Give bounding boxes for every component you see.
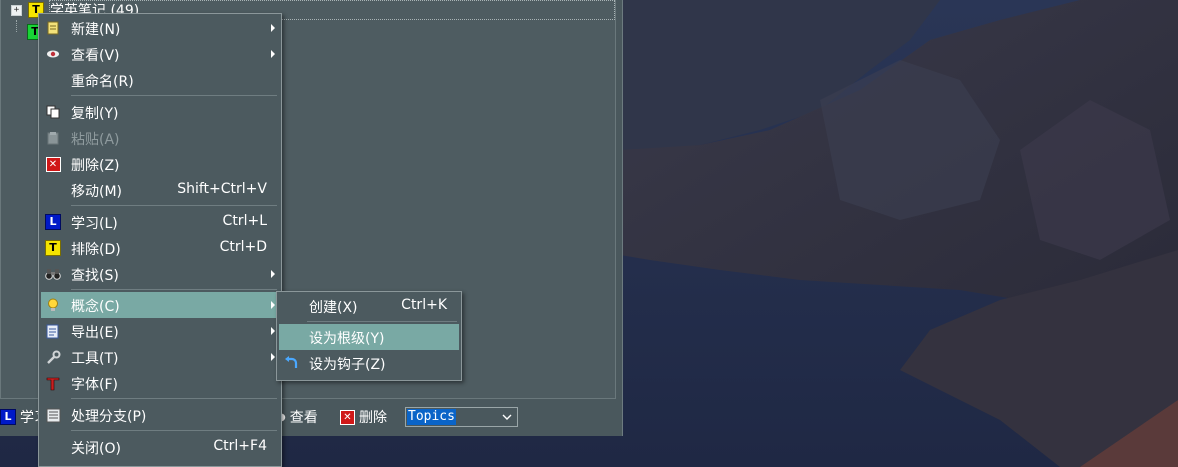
delete-button-label: 删除 [359,410,387,426]
menu-item-shortcut: Ctrl+K [401,297,447,313]
submenu-arrow-icon [271,50,275,58]
menu-item-label: 查找(S) [71,268,119,284]
menu-item-rename[interactable]: 重命名(R) [41,67,279,93]
exclude-badge-icon: T [45,240,61,256]
menu-item-exclude[interactable]: T 排除(D) Ctrl+D [41,235,279,261]
topics-select[interactable]: Topics [405,407,518,427]
paste-icon [45,130,61,146]
menu-item-close[interactable]: 关闭(O) Ctrl+F4 [41,434,279,460]
menu-item-delete[interactable]: ✕ 删除(Z) [41,151,279,177]
hook-arrow-icon [283,355,299,371]
wrench-icon [45,349,61,365]
menu-item-learn[interactable]: L 学习(L) Ctrl+L [41,209,279,235]
menu-item-label: 查看(V) [71,48,120,64]
menu-item-new[interactable]: 新建(N) [41,15,279,41]
view-button[interactable]: ● 查看 [277,407,318,427]
menu-item-label: 关闭(O) [71,441,121,457]
view-button-label: 查看 [289,410,318,426]
menu-item-label: 处理分支(P) [71,409,147,425]
menu-item-paste: 粘贴(A) [41,125,279,151]
tree-connector [16,20,17,32]
export-icon [45,323,61,339]
delete-icon: ✕ [340,409,355,425]
eye-icon [45,46,61,62]
menu-item-label: 设为钩子(Z) [309,357,386,373]
menu-item-label: 复制(Y) [71,106,119,122]
menu-separator [71,430,277,431]
process-branch-icon [45,407,61,423]
menu-separator [71,95,277,96]
menu-item-label: 删除(Z) [71,158,120,174]
submenu-arrow-icon [271,327,275,335]
expand-toggle-icon[interactable]: + [11,4,22,16]
submenu-item-create[interactable]: 创建(X) Ctrl+K [279,293,459,319]
context-menu: 新建(N) 查看(V) 重命名(R) 复制(Y) 粘贴(A) ✕ 删除(Z) 移… [38,13,282,467]
menu-item-tools[interactable]: 工具(T) [41,344,279,370]
binoculars-icon [45,266,61,282]
menu-item-label: 新建(N) [71,22,121,38]
menu-item-font[interactable]: 字体(F) [41,370,279,396]
submenu-arrow-icon [271,353,275,361]
menu-item-copy[interactable]: 复制(Y) [41,99,279,125]
topics-select-value: Topics [407,409,456,425]
menu-item-label: 概念(C) [71,299,120,315]
menu-item-shortcut: Ctrl+L [222,213,267,229]
learn-badge: L [45,214,61,230]
submenu-item-set-root[interactable]: 设为根级(Y) [279,324,459,350]
menu-item-find[interactable]: 查找(S) [41,261,279,287]
exclude-badge: T [45,240,61,256]
copy-icon [45,104,61,120]
menu-separator [71,398,277,399]
menu-item-label: 工具(T) [71,351,119,367]
submenu-arrow-icon [271,24,275,32]
submenu-item-set-hook[interactable]: 设为钩子(Z) [279,350,459,376]
menu-separator [71,205,277,206]
menu-item-label: 学习(L) [71,216,118,232]
menu-item-label: 字体(F) [71,377,118,393]
chevron-down-icon[interactable] [501,411,513,423]
menu-item-move[interactable]: 移动(M) Shift+Ctrl+V [41,177,279,203]
lightbulb-icon [45,297,61,313]
menu-item-label: 导出(E) [71,325,119,341]
menu-item-process-branch[interactable]: 处理分支(P) [41,402,279,428]
delete-button[interactable]: ✕ 删除 [340,407,387,427]
menu-item-label: 排除(D) [71,242,121,258]
new-document-icon [45,20,61,36]
learn-badge-icon: L [45,214,61,230]
menu-separator [71,289,277,290]
concept-submenu: 创建(X) Ctrl+K 设为根级(Y) 设为钩子(Z) [276,291,462,381]
learn-badge-icon: L [0,409,16,425]
menu-item-label: 移动(M) [71,184,123,200]
menu-item-label: 设为根级(Y) [309,331,385,347]
menu-item-shortcut: Ctrl+D [219,239,267,255]
submenu-arrow-icon [271,301,275,309]
menu-item-label: 重命名(R) [71,74,134,90]
menu-item-label: 粘贴(A) [71,132,120,148]
menu-item-shortcut: Shift+Ctrl+V [177,181,267,197]
menu-item-export[interactable]: 导出(E) [41,318,279,344]
submenu-arrow-icon [271,270,275,278]
menu-item-view[interactable]: 查看(V) [41,41,279,67]
menu-item-label: 创建(X) [309,300,358,316]
menu-separator [307,321,457,322]
delete-icon: ✕ [45,156,61,172]
font-icon [45,375,61,391]
menu-item-concept[interactable]: 概念(C) [41,292,279,318]
menu-item-shortcut: Ctrl+F4 [213,438,267,454]
